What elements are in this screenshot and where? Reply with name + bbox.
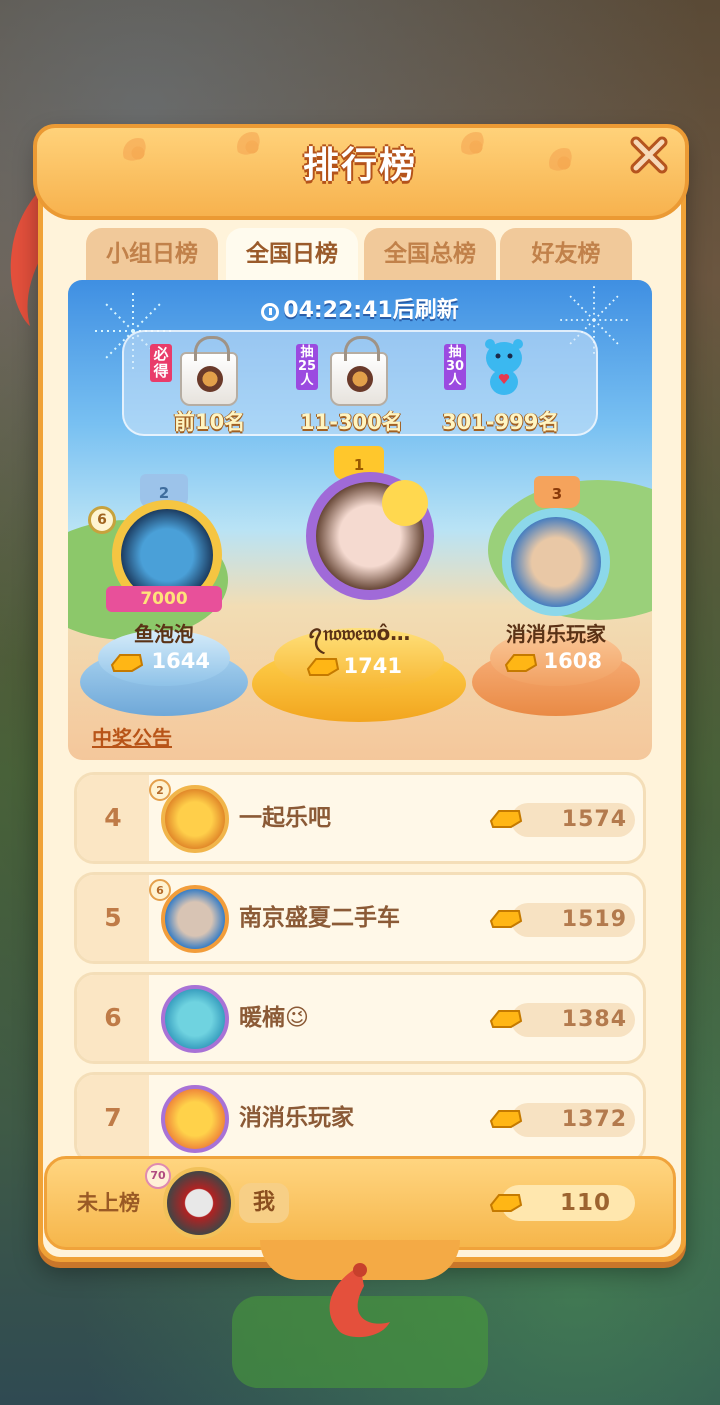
podium-score-1: 1741 (343, 654, 402, 678)
player-score: 1519 (561, 907, 627, 932)
reward-label: 11-300名 (300, 410, 403, 434)
frame-banner: 7000 (106, 586, 222, 612)
player-name: 一起乐吧 (239, 805, 331, 831)
level-badge: 70 (145, 1163, 171, 1189)
prize-announcement-link[interactable]: 中奖公告 (92, 722, 172, 751)
list-item[interactable]: 6 暖楠😉 1384 (74, 972, 646, 1064)
refresh-suffix: 后刷新 (392, 298, 459, 323)
level-badge: 2 (149, 779, 171, 801)
my-name: 我 (239, 1183, 290, 1223)
refresh-countdown: 04:22:41 (283, 298, 393, 323)
my-rank-row[interactable]: 未上榜 70 我 110 (44, 1156, 676, 1250)
moon-decoration (382, 480, 428, 526)
tab-national-total[interactable]: 全国总榜 (364, 228, 496, 282)
reward-tag: 抽 25 人 (296, 344, 318, 390)
tab-national-daily[interactable]: 全国日榜 (226, 228, 358, 282)
player-score: 1372 (561, 1107, 627, 1132)
rank-number: 6 (104, 1003, 122, 1032)
gift-bag-icon (330, 336, 388, 406)
reward-tag: 抽 30 人 (444, 344, 466, 390)
reward-panel[interactable]: 必 得 前10名 抽 25 人 11-300名 抽 30 人 301-999名 (122, 330, 598, 436)
refresh-timer: 04:22:41后刷新 (0, 292, 720, 324)
gift-bag-icon (180, 336, 238, 406)
rank-number: 5 (104, 903, 122, 932)
reward-tag: 必 得 (150, 344, 172, 382)
bottom-ribbon-decoration (329, 1263, 390, 1338)
gold-bar-icon (110, 654, 144, 672)
my-score: 110 (559, 1190, 611, 1216)
avatar (161, 985, 229, 1053)
level-badge: 6 (88, 506, 116, 534)
panel-title: 排行榜 (302, 145, 417, 186)
avatar (161, 785, 229, 853)
avatar (161, 885, 229, 953)
podium-name-3: 消消乐玩家 (506, 622, 606, 646)
player-score: 1574 (561, 807, 627, 832)
close-icon[interactable] (628, 134, 670, 176)
rank-number: 7 (104, 1103, 122, 1132)
podium-score-3: 1608 (543, 649, 602, 673)
player-score: 1384 (561, 1007, 627, 1032)
list-item[interactable]: 5 6 南京盛夏二手车 1519 (74, 872, 646, 964)
list-item[interactable]: 4 2 一起乐吧 1574 (74, 772, 646, 864)
crown-3-icon: 3 (534, 476, 580, 508)
clock-icon (261, 303, 280, 321)
avatar (161, 1085, 229, 1153)
reward-label: 301-999名 (442, 410, 560, 434)
list-item[interactable]: 7 消消乐玩家 1372 (74, 1072, 646, 1164)
level-badge: 6 (149, 879, 171, 901)
podium-name-2: 鱼泡泡 (134, 622, 194, 646)
player-name: 南京盛夏二手车 (239, 905, 400, 931)
reward-label: 前10名 (174, 410, 246, 434)
tab-bar: 小组日榜 全国日榜 全国总榜 好友榜 (86, 228, 636, 282)
rank-number: 4 (104, 803, 122, 832)
player-name: 消消乐玩家 (239, 1105, 354, 1131)
podium-avatar-3[interactable] (502, 508, 610, 616)
podium-score-2: 1644 (151, 649, 210, 673)
tab-friends[interactable]: 好友榜 (500, 228, 632, 282)
my-rank-status: 未上榜 (77, 1191, 140, 1215)
my-avatar (163, 1167, 235, 1239)
tab-group-daily[interactable]: 小组日榜 (86, 228, 218, 282)
player-name: 暖楠😉 (239, 1005, 309, 1031)
blue-toy-icon (485, 339, 523, 395)
